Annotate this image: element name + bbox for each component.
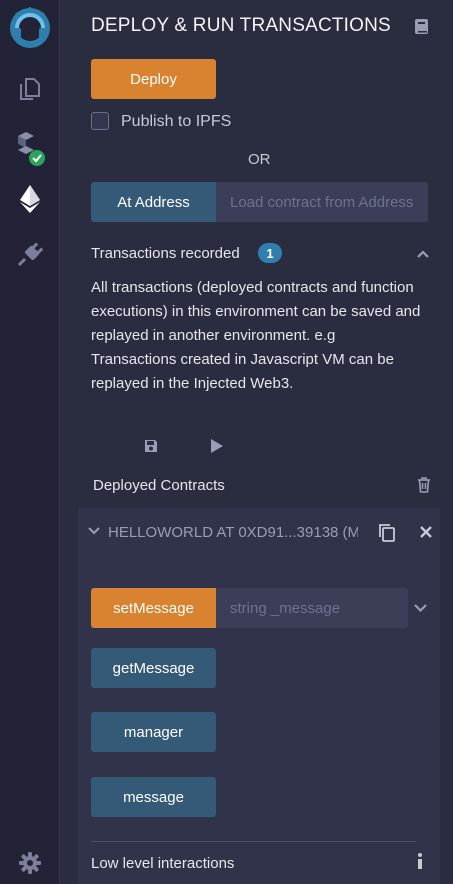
or-separator: OR	[248, 151, 271, 168]
address-input[interactable]: Load contract from Address	[216, 182, 428, 222]
deployed-contracts-label: Deployed Contracts	[93, 477, 225, 494]
instance-title[interactable]: HELLOWORLD AT 0XD91...39138 (M	[108, 524, 358, 541]
save-icon[interactable]	[142, 437, 160, 455]
transactions-count-badge: 1	[258, 243, 282, 263]
deployed-instance: HELLOWORLD AT 0XD91...39138 (M setMessag…	[78, 508, 440, 884]
icon-panel	[0, 0, 60, 884]
transactions-recorded-label: Transactions recorded	[91, 245, 240, 262]
chevron-up-icon[interactable]	[413, 244, 433, 264]
publish-ipfs-label: Publish to IPFS	[121, 113, 232, 130]
set-message-input[interactable]: string _message	[216, 588, 408, 628]
publish-ipfs-checkbox[interactable]	[91, 112, 109, 130]
chevron-down-icon[interactable]	[412, 600, 428, 616]
get-message-button[interactable]: getMessage	[91, 648, 216, 688]
page-title: DEPLOY & RUN TRANSACTIONS	[91, 15, 391, 36]
file-explorer-icon[interactable]	[0, 76, 59, 102]
deploy-run-panel: DEPLOY & RUN TRANSACTIONS Deploy Publish…	[60, 0, 453, 884]
copy-icon[interactable]	[376, 522, 398, 544]
message-button[interactable]: message	[91, 777, 216, 817]
play-icon[interactable]	[208, 437, 226, 455]
divider	[91, 841, 416, 842]
compiler-icon[interactable]	[0, 130, 59, 166]
book-icon[interactable]	[411, 16, 431, 36]
plugin-manager-icon[interactable]	[0, 240, 59, 268]
deploy-run-icon[interactable]	[0, 184, 59, 214]
close-icon[interactable]	[418, 524, 434, 540]
trash-icon[interactable]	[415, 476, 433, 494]
remix-logo-icon[interactable]	[0, 6, 59, 52]
transactions-description: All transactions (deployed contracts and…	[91, 279, 421, 392]
manager-button[interactable]: manager	[91, 712, 216, 752]
at-address-button[interactable]: At Address	[91, 182, 216, 222]
info-icon[interactable]	[414, 852, 426, 870]
chevron-down-icon[interactable]	[87, 524, 101, 538]
low-level-interactions-label: Low level interactions	[91, 855, 235, 872]
set-message-button[interactable]: setMessage	[91, 588, 216, 628]
settings-icon[interactable]	[0, 852, 59, 874]
deploy-button[interactable]: Deploy	[91, 59, 216, 99]
